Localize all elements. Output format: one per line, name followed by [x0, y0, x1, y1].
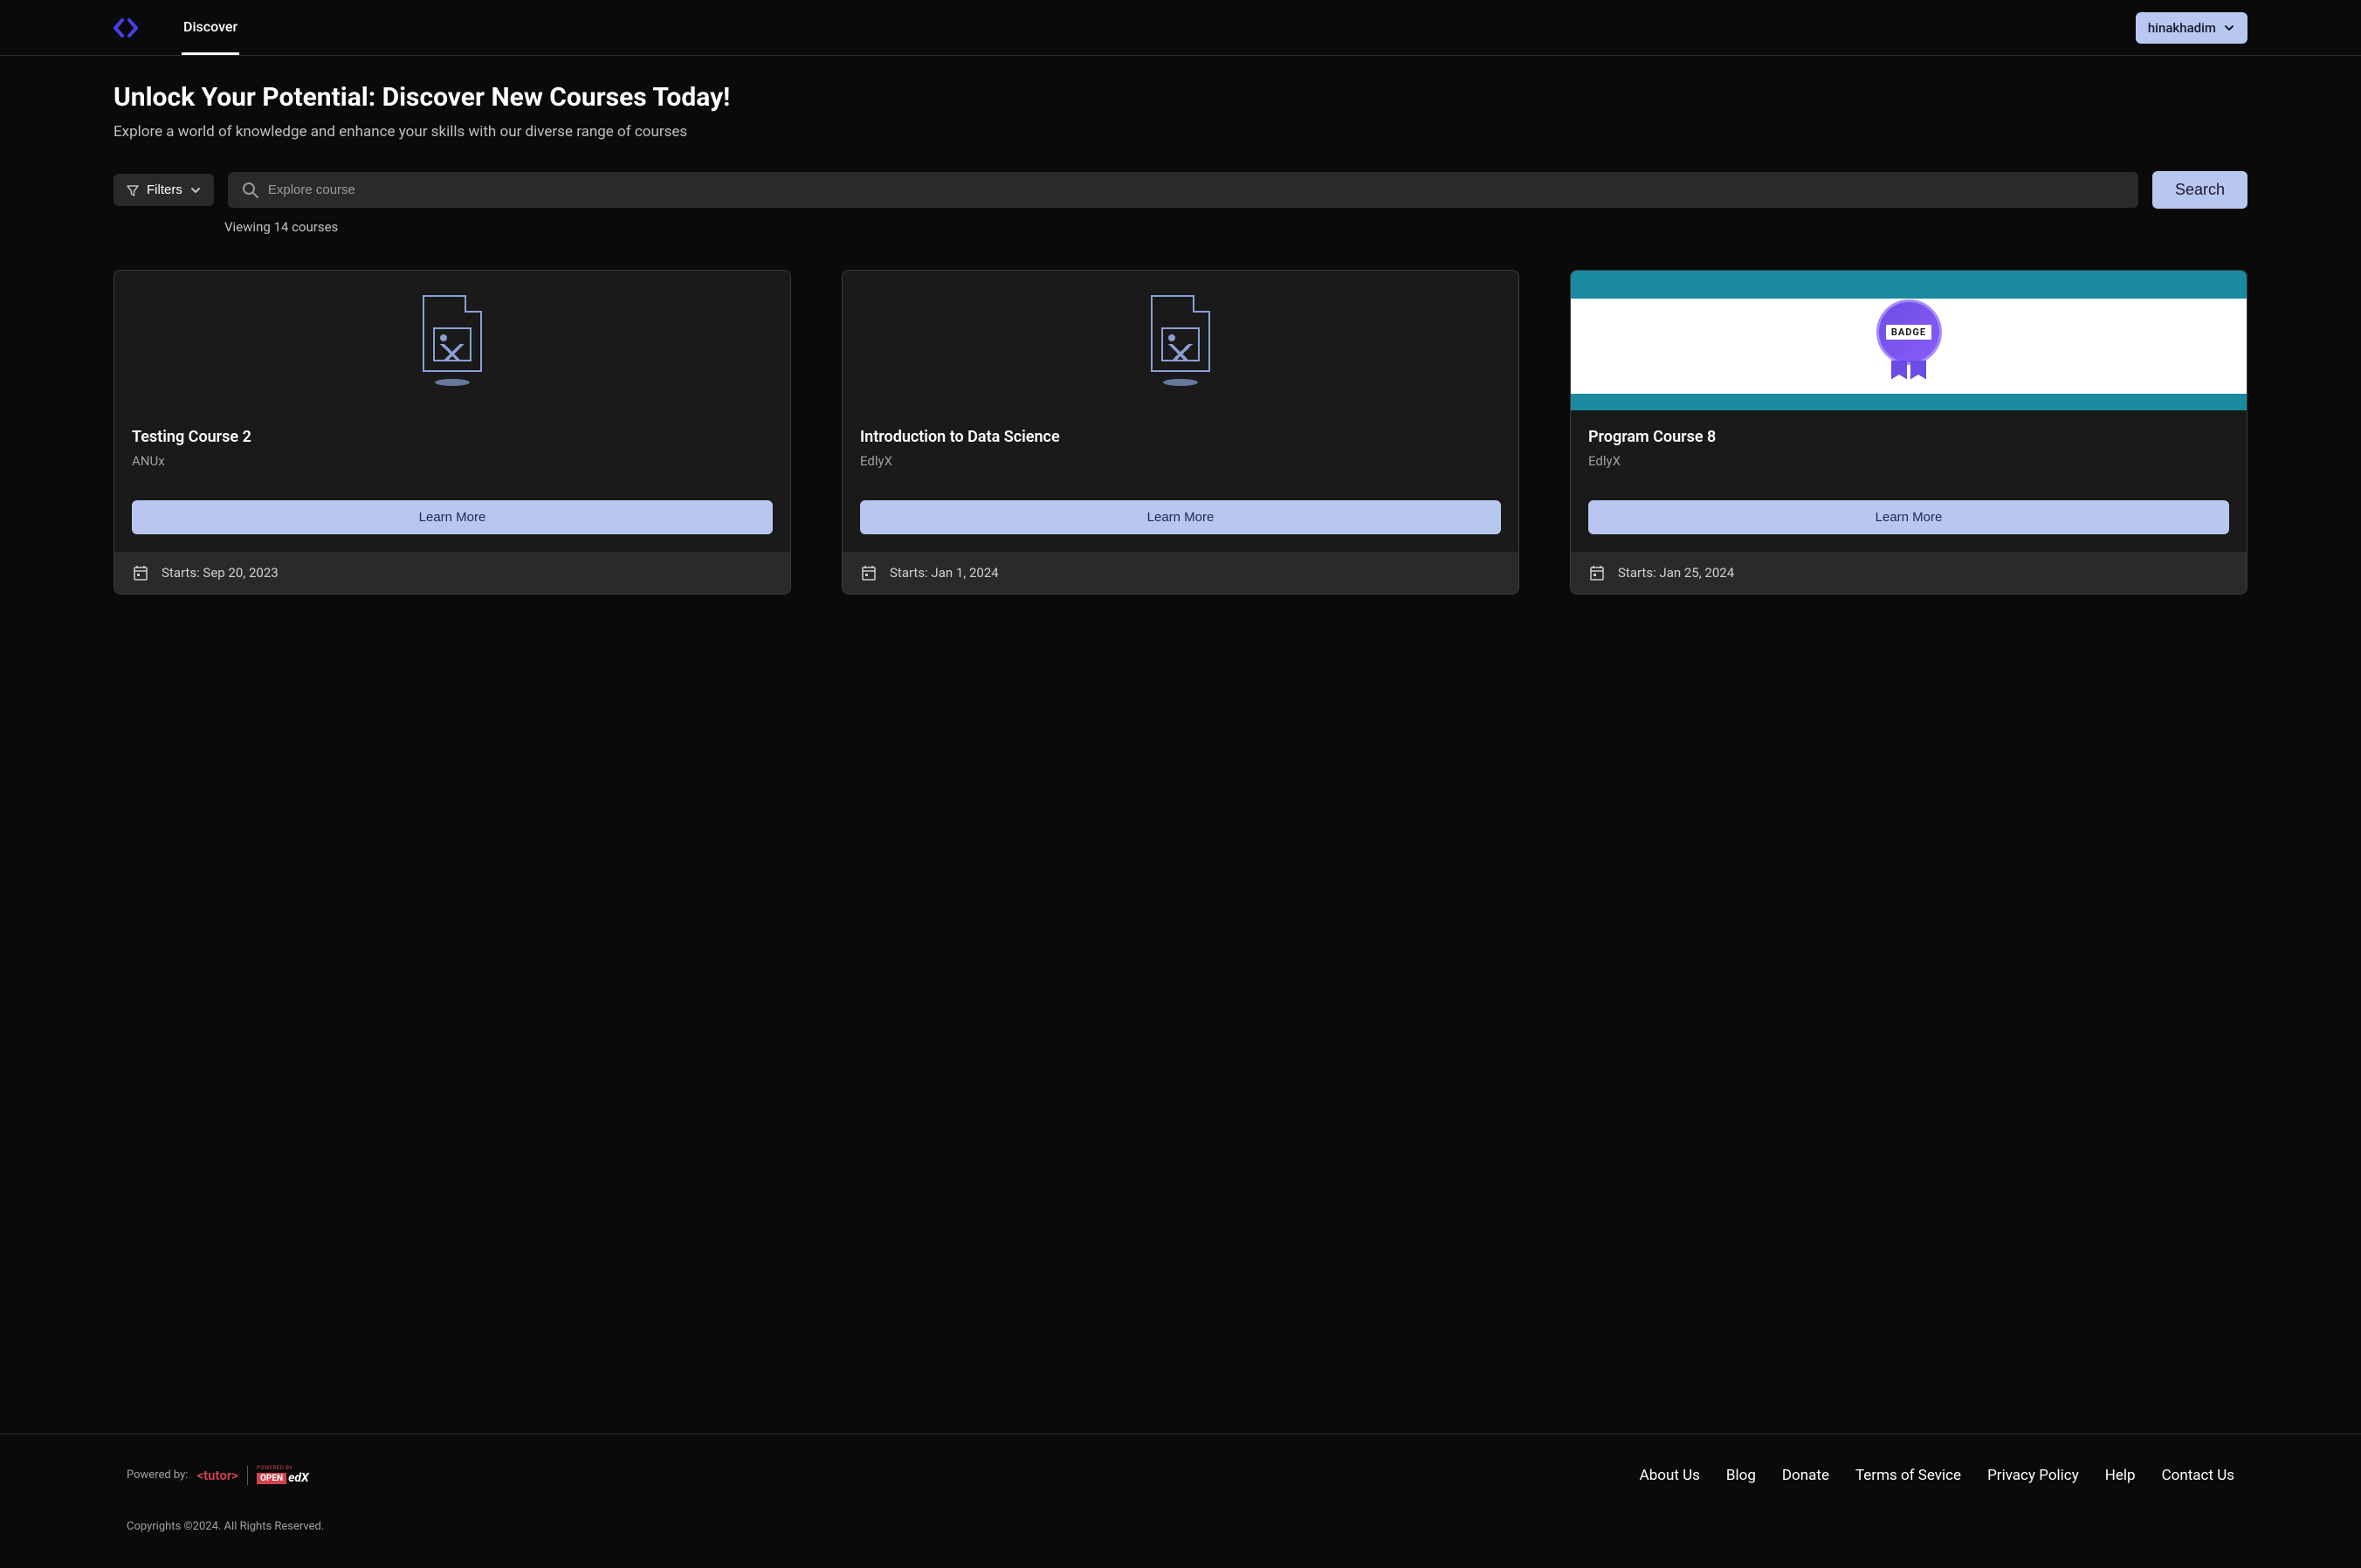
course-provider: ANUx — [132, 453, 773, 469]
calendar-icon — [1588, 564, 1606, 581]
logo-icon — [114, 18, 138, 38]
card-image-badge: BADGE — [1571, 271, 2247, 410]
card-image-placeholder — [114, 271, 790, 410]
footer-left: Powered by: <tutor> POWERED BY OPEN edX — [127, 1465, 309, 1485]
user-dropdown[interactable]: hinakhadim — [2136, 12, 2247, 44]
start-date: Starts: Jan 1, 2024 — [890, 565, 999, 581]
nav-tab-label: Discover — [183, 18, 237, 35]
footer-link-help[interactable]: Help — [2105, 1467, 2136, 1484]
footer-links: About Us Blog Donate Terms of Sevice Pri… — [1640, 1467, 2234, 1484]
start-date: Starts: Sep 20, 2023 — [162, 565, 279, 581]
page-subtitle: Explore a world of knowledge and enhance… — [114, 123, 2247, 141]
course-title: Testing Course 2 — [132, 428, 773, 446]
start-date: Starts: Jan 25, 2024 — [1618, 565, 1734, 581]
badge-label: BADGE — [1886, 325, 1931, 340]
footer-link-about[interactable]: About Us — [1640, 1467, 1700, 1484]
learn-more-button[interactable]: Learn More — [132, 500, 773, 534]
card-image-placeholder — [843, 271, 1518, 410]
filter-icon — [126, 183, 140, 197]
open-label: OPEN — [257, 1473, 286, 1484]
course-card: Introduction to Data Science EdlyX Learn… — [842, 270, 1519, 595]
chevron-down-icon — [189, 184, 202, 196]
edx-label: edX — [288, 1471, 309, 1485]
footer-link-donate[interactable]: Donate — [1782, 1467, 1829, 1484]
openedx-logo[interactable]: POWERED BY OPEN edX — [257, 1465, 309, 1485]
calendar-icon — [132, 564, 149, 581]
powered-by-small-label: POWERED BY — [257, 1465, 293, 1471]
learn-more-button[interactable]: Learn More — [860, 500, 1501, 534]
nav-tab-discover[interactable]: Discover — [182, 0, 239, 55]
shadow-decoration — [435, 379, 470, 386]
footer-link-terms[interactable]: Terms of Sevice — [1855, 1467, 1961, 1484]
card-body: Introduction to Data Science EdlyX Learn… — [843, 410, 1518, 552]
shadow-decoration — [1163, 379, 1198, 386]
course-title: Program Course 8 — [1588, 428, 2229, 446]
course-provider: EdlyX — [860, 453, 1501, 469]
chevron-down-icon — [2223, 22, 2235, 34]
app-header: Discover hinakhadim — [0, 0, 2361, 56]
username-label: hinakhadim — [2148, 20, 2216, 36]
image-placeholder-icon — [423, 295, 482, 372]
card-footer: Starts: Jan 25, 2024 — [1571, 552, 2247, 594]
cards-grid: Testing Course 2 ANUx Learn More Starts:… — [114, 270, 2247, 595]
footer-link-blog[interactable]: Blog — [1726, 1467, 1756, 1484]
search-row: Filters Search — [114, 171, 2247, 209]
footer-top: Powered by: <tutor> POWERED BY OPEN edX … — [127, 1465, 2234, 1485]
search-icon — [242, 182, 259, 199]
card-body: Testing Course 2 ANUx Learn More — [114, 410, 790, 552]
course-provider: EdlyX — [1588, 453, 2229, 469]
copyright: Copyrights ©2024. All Rights Reserved. — [127, 1520, 2234, 1533]
footer: Powered by: <tutor> POWERED BY OPEN edX … — [0, 1434, 2361, 1568]
search-button[interactable]: Search — [2152, 171, 2247, 209]
main-content: Unlock Your Potential: Discover New Cour… — [0, 56, 2361, 1381]
search-input-wrapper — [228, 172, 2138, 208]
course-title: Introduction to Data Science — [860, 428, 1501, 446]
calendar-icon — [860, 564, 878, 581]
course-card: Testing Course 2 ANUx Learn More Starts:… — [114, 270, 791, 595]
logo[interactable] — [114, 18, 138, 38]
divider — [247, 1466, 248, 1485]
header-left: Discover — [114, 0, 239, 55]
powered-by-label: Powered by: — [127, 1468, 188, 1482]
results-count: Viewing 14 courses — [224, 219, 2247, 235]
footer-link-privacy[interactable]: Privacy Policy — [1987, 1467, 2079, 1484]
footer-link-contact[interactable]: Contact Us — [2162, 1467, 2234, 1484]
search-input[interactable] — [259, 172, 2124, 208]
page-title: Unlock Your Potential: Discover New Cour… — [114, 82, 2247, 113]
card-body: Program Course 8 EdlyX Learn More — [1571, 410, 2247, 552]
course-card: BADGE Program Course 8 EdlyX Learn More — [1570, 270, 2247, 595]
image-placeholder-icon — [1151, 295, 1210, 372]
filters-label: Filters — [147, 182, 182, 197]
filters-button[interactable]: Filters — [114, 174, 214, 206]
card-footer: Starts: Sep 20, 2023 — [114, 552, 790, 594]
card-footer: Starts: Jan 1, 2024 — [843, 552, 1518, 594]
badge-icon: BADGE — [1874, 299, 1944, 382]
learn-more-button[interactable]: Learn More — [1588, 500, 2229, 534]
tutor-logo[interactable]: <tutor> — [196, 1468, 238, 1483]
